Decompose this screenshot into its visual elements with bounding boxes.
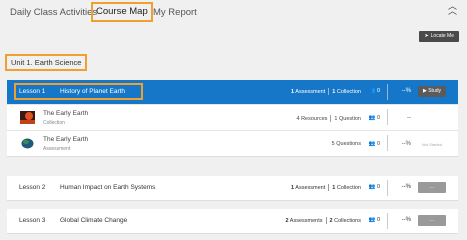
locate-me-button[interactable]: ➤ Locate Me [419,31,459,42]
play-icon: ▶ [422,88,427,94]
divider [387,109,388,125]
resource-row-2[interactable]: The Early Earth Assessment 5 Questions 👥… [7,130,458,156]
people-icon: 👥 0 [368,217,380,223]
lesson-card-3: Lesson 3 Global Climate Change 2 Assessm… [7,209,458,234]
lesson-counts: 1 Assessment 1 Collection [290,88,361,95]
lesson-counts: 1 Assessment 1 Collection [290,184,361,191]
resource-title: The Early Earth [43,136,89,143]
more-button[interactable]: ... [418,182,446,193]
lesson-score: --% [401,88,411,94]
people-icon: 👥 0 [368,141,380,147]
tab-my-report[interactable]: My Report [153,7,197,19]
lesson-card-2: Lesson 2 Human Impact on Earth Systems 1… [7,176,458,201]
unit-title[interactable]: Unit 1. Earth Science [5,54,88,71]
resource-counts: 5 Questions [331,141,361,147]
divider [387,135,388,151]
lesson-number: Lesson 2 [19,184,46,191]
locate-me-label: Locate Me [430,33,454,39]
assessment-thumbnail [20,137,35,150]
resource-counts: 4 Resources 1 Question [296,115,361,122]
resource-type: Collection [43,120,65,126]
lesson-title: History of Planet Earth [60,88,126,95]
lesson-title: Global Climate Change [60,217,128,224]
lesson-number: Lesson 1 [19,88,46,95]
lesson-score: --% [401,217,411,223]
divider [387,180,388,196]
tab-bar: Daily Class Activities Course Map My Rep… [0,0,467,28]
resource-title: The Early Earth [43,110,89,117]
double-chevron-up-icon[interactable]: ︿ ︿ [448,2,457,16]
people-icon: 👥 0 [368,184,380,190]
more-button[interactable]: ... [418,215,446,226]
divider [387,213,388,229]
people-icon: 👥 0 [368,88,380,94]
location-arrow-icon: ➤ [424,33,429,39]
resource-type: Assessment [43,146,71,152]
tab-daily-class-activities[interactable]: Daily Class Activities [10,7,97,19]
resource-row-1[interactable]: The Early Earth Collection 4 Resources 1 … [7,104,458,130]
divider [387,84,388,100]
lesson-title: Human Impact on Earth Systems [60,184,156,191]
lesson-row-2[interactable]: Lesson 2 Human Impact on Earth Systems 1… [7,176,458,200]
member-count: 0 [376,88,380,94]
study-button[interactable]: ▶ Study [418,86,446,97]
lesson-counts: 2 Assessments 2 Collections [285,217,361,224]
lesson-score: --% [401,184,411,190]
resource-score: -- [407,115,411,121]
lesson-card-1: Lesson 1 History of Planet Earth 1 Asses… [7,80,458,157]
lesson-row-3[interactable]: Lesson 3 Global Climate Change 2 Assessm… [7,209,458,233]
people-icon: 👥 0 [368,115,380,121]
lesson-number: Lesson 3 [19,217,46,224]
status-label: Not Started [421,142,442,147]
tab-course-map[interactable]: Course Map [91,2,153,22]
collection-thumbnail [20,111,35,124]
resource-score: --% [401,141,411,147]
lesson-row-1[interactable]: Lesson 1 History of Planet Earth 1 Asses… [7,80,458,104]
